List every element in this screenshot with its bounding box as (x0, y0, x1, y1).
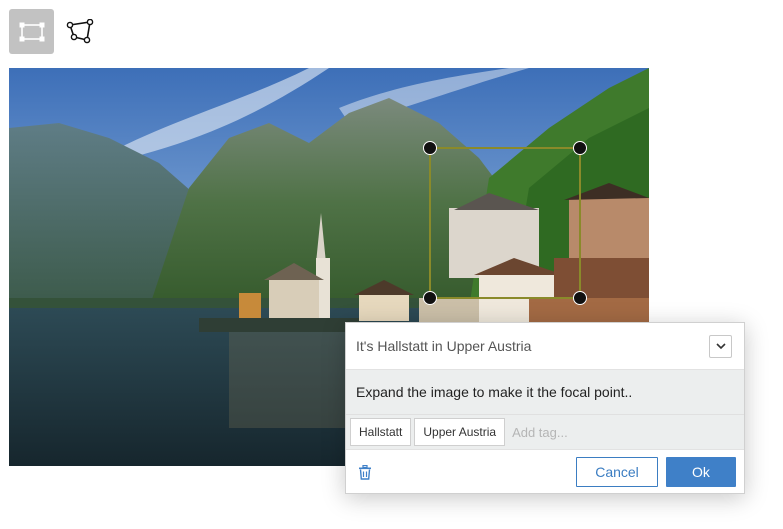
comment-area[interactable]: Expand the image to make it the focal po… (346, 370, 744, 415)
annotation-title: It's Hallstatt in Upper Austria (356, 338, 532, 354)
add-tag-input[interactable] (508, 419, 629, 445)
annotation-footer: Cancel Ok (346, 450, 744, 494)
tag-list: Hallstatt Upper Austria (346, 415, 744, 450)
resize-handle-bottom-right[interactable] (573, 291, 587, 305)
annotation-header: It's Hallstatt in Upper Austria (346, 323, 744, 370)
chevron-down-icon (715, 342, 726, 349)
polygon-select-icon (66, 18, 93, 43)
resize-handle-bottom-left[interactable] (423, 291, 437, 305)
resize-handle-top-left[interactable] (423, 141, 437, 155)
tag-hallstatt[interactable]: Hallstatt (350, 418, 412, 446)
rectangle-select-icon (19, 22, 44, 41)
selection-rectangle[interactable] (423, 141, 587, 305)
polygon-tool-button[interactable] (57, 9, 102, 54)
rectangle-tool-button[interactable] (9, 9, 54, 54)
annotation-popup: It's Hallstatt in Upper Austria Expand t… (345, 322, 745, 494)
collapse-button[interactable] (709, 334, 732, 358)
ok-button[interactable]: Ok (666, 457, 736, 487)
trash-icon (359, 464, 371, 480)
cancel-button[interactable]: Cancel (576, 457, 658, 487)
delete-button[interactable] (358, 464, 372, 480)
resize-handle-top-right[interactable] (573, 141, 587, 155)
comment-text[interactable]: Expand the image to make it the focal po… (356, 384, 632, 400)
tag-upper-austria[interactable]: Upper Austria (414, 418, 506, 446)
